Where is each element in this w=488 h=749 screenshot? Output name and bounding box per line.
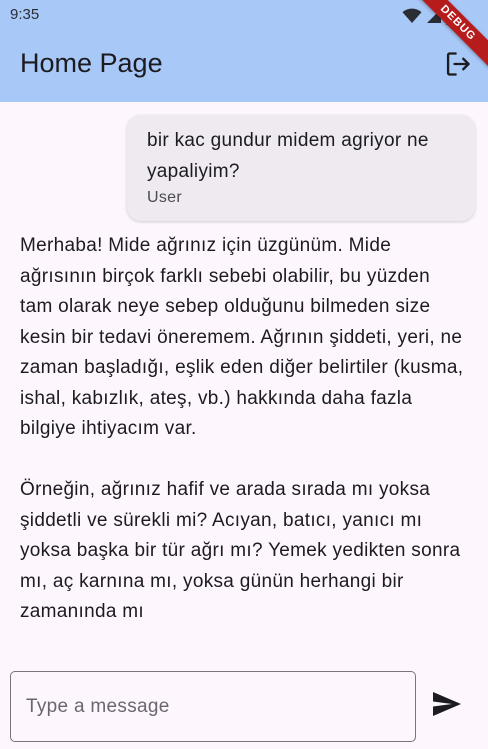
- app-header: 9:35 DEBUG Home Page: [0, 0, 488, 102]
- user-message-bubble: bir kac gundur midem agriyor ne yapaliyi…: [127, 115, 475, 221]
- page-title: Home Page: [20, 48, 163, 78]
- user-message-text: bir kac gundur midem agriyor ne yapaliyi…: [147, 130, 429, 182]
- wifi-icon: [402, 8, 422, 29]
- bot-message-text: Merhaba! Mide ağrınız için üzgünüm. Mide…: [20, 235, 464, 622]
- logout-button[interactable]: [442, 50, 474, 82]
- user-message-sender: User: [147, 189, 182, 206]
- send-icon: [432, 691, 462, 722]
- message-composer: [0, 658, 488, 749]
- send-button[interactable]: [428, 687, 466, 725]
- message-input[interactable]: [10, 671, 416, 742]
- logout-icon: [444, 50, 472, 83]
- status-bar: 9:35: [0, 0, 488, 32]
- chat-message-list[interactable]: bir kac gundur midem agriyor ne yapaliyi…: [0, 102, 488, 658]
- status-time: 9:35: [10, 6, 40, 23]
